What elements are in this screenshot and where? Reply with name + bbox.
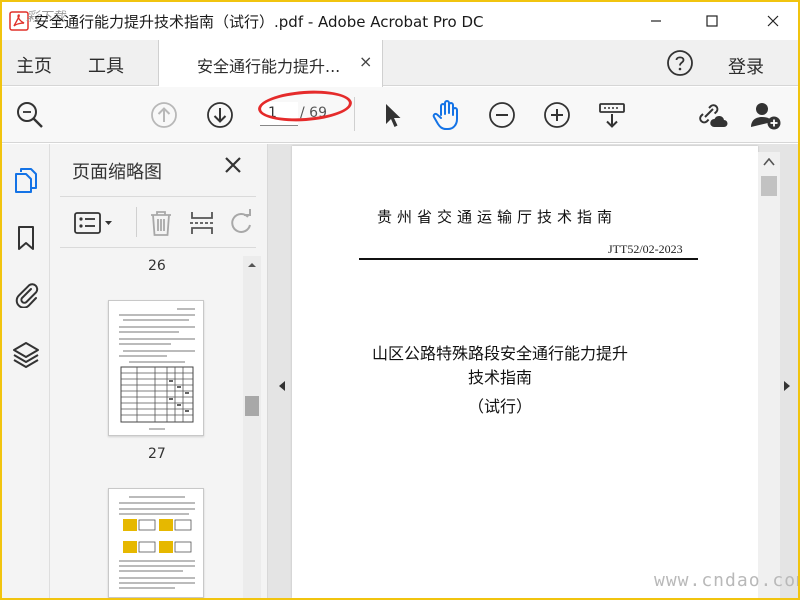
document-heading: 技术指南 bbox=[467, 368, 532, 387]
layers-icon[interactable] bbox=[12, 340, 40, 368]
bookmark-icon[interactable] bbox=[12, 224, 40, 252]
hand-icon bbox=[432, 100, 458, 130]
document-tab-label: 安全通行能力提升... bbox=[197, 57, 341, 76]
login-button[interactable]: 登录 bbox=[728, 53, 764, 79]
scroll-mode-icon bbox=[599, 103, 625, 128]
document-subheading: （试行） bbox=[467, 397, 532, 416]
page-display-button[interactable] bbox=[596, 99, 628, 131]
home-menu[interactable]: 主页 bbox=[16, 52, 52, 78]
rotate-icon bbox=[231, 209, 251, 233]
minimize-button[interactable] bbox=[633, 2, 679, 40]
document-scrollbar[interactable] bbox=[758, 152, 780, 598]
close-panel-icon[interactable] bbox=[222, 154, 244, 176]
share-link-button[interactable] bbox=[696, 99, 728, 131]
delete-page-button[interactable] bbox=[148, 209, 174, 237]
select-tool-button[interactable] bbox=[376, 99, 408, 131]
page-split-icon bbox=[190, 212, 214, 234]
thumbnails-scrollbar-thumb[interactable] bbox=[245, 396, 259, 416]
thumbnail-page-preview bbox=[119, 496, 195, 589]
rotate-page-button[interactable] bbox=[228, 209, 254, 237]
collapse-right-icon[interactable] bbox=[783, 380, 791, 392]
link-cloud-icon bbox=[699, 104, 728, 127]
list-options-icon bbox=[74, 212, 112, 234]
attachment-icon[interactable] bbox=[12, 280, 40, 308]
extract-page-button[interactable] bbox=[188, 209, 216, 237]
thumbnails-toolbar-divider bbox=[136, 207, 137, 237]
arrow-down-circle-icon bbox=[207, 102, 233, 128]
page-thumbnail[interactable] bbox=[108, 488, 204, 598]
arrow-cursor-icon bbox=[386, 104, 401, 127]
document-heading: 山区公路特殊路段安全通行能力提升 bbox=[371, 344, 628, 363]
next-page-button[interactable] bbox=[204, 99, 236, 131]
maximize-button[interactable] bbox=[689, 2, 735, 40]
minimize-icon bbox=[651, 20, 661, 22]
page-thumbnails-icon[interactable] bbox=[12, 166, 40, 194]
add-user-button[interactable] bbox=[750, 99, 782, 131]
document-tab[interactable]: 安全通行能力提升... × bbox=[159, 40, 383, 87]
thumbnails-toolbar bbox=[60, 196, 256, 248]
site-watermark: www.cndao.com bbox=[654, 570, 798, 591]
plus-circle-icon bbox=[544, 102, 570, 128]
scroll-up-icon bbox=[248, 263, 256, 267]
tools-menu[interactable]: 工具 bbox=[88, 52, 124, 78]
header-rule bbox=[359, 258, 698, 260]
thumbnail-options-button[interactable] bbox=[74, 209, 114, 237]
search-button[interactable] bbox=[14, 99, 46, 131]
pdf-page: 贵州省交通运输厅技术指南 JTT52/02-2023 山区公路特殊路段安全通行能… bbox=[292, 146, 758, 598]
app-window: 彩下载 安全通行能力提升技术指南（试行）.pdf - Adobe Acrobat… bbox=[2, 2, 798, 598]
zoom-out-button[interactable] bbox=[486, 99, 518, 131]
zoom-in-button[interactable] bbox=[541, 99, 573, 131]
annotation-ellipse bbox=[257, 87, 353, 125]
menu-tab-bar: 主页 工具 安全通行能力提升... × 登录 bbox=[2, 40, 798, 87]
scroll-up-icon bbox=[763, 158, 775, 166]
toolbar: 1 / 69 bbox=[2, 87, 798, 143]
navigation-rail bbox=[2, 144, 50, 598]
maximize-icon bbox=[706, 15, 718, 27]
close-icon bbox=[767, 15, 779, 27]
thumbnail-page-number: 27 bbox=[148, 446, 166, 462]
close-window-button[interactable] bbox=[750, 2, 796, 40]
document-tab-close-button[interactable]: × bbox=[359, 52, 372, 71]
thumbnails-panel: 页面缩略图 26 27 bbox=[50, 144, 268, 598]
thumbnails-panel-title: 页面缩略图 bbox=[72, 162, 162, 183]
thumbnail-page-preview bbox=[119, 308, 195, 430]
arrow-up-circle-icon bbox=[151, 102, 177, 128]
window-title: 安全通行能力提升技术指南（试行）.pdf - Adobe Acrobat Pro… bbox=[34, 13, 484, 31]
document-scrollbar-thumb[interactable] bbox=[761, 176, 777, 196]
help-icon[interactable] bbox=[666, 49, 694, 77]
hand-tool-button[interactable] bbox=[431, 99, 463, 131]
toolbar-divider bbox=[354, 97, 355, 131]
search-icon bbox=[17, 102, 43, 128]
title-bar: 彩下载 安全通行能力提升技术指南（试行）.pdf - Adobe Acrobat… bbox=[2, 2, 798, 40]
minus-circle-icon bbox=[489, 102, 515, 128]
add-user-icon bbox=[751, 103, 781, 130]
previous-page-button[interactable] bbox=[148, 99, 180, 131]
trash-icon bbox=[151, 211, 171, 236]
thumbnails-scrollbar[interactable] bbox=[243, 256, 261, 598]
document-view: 贵州省交通运输厅技术指南 JTT52/02-2023 山区公路特殊路段安全通行能… bbox=[268, 144, 798, 598]
thumbnail-page-number: 26 bbox=[148, 258, 166, 274]
document-code: JTT52/02-2023 bbox=[608, 242, 683, 256]
document-org-title: 贵州省交通运输厅技术指南 bbox=[376, 208, 617, 226]
collapse-left-icon[interactable] bbox=[278, 380, 286, 392]
page-thumbnail[interactable] bbox=[108, 300, 204, 436]
